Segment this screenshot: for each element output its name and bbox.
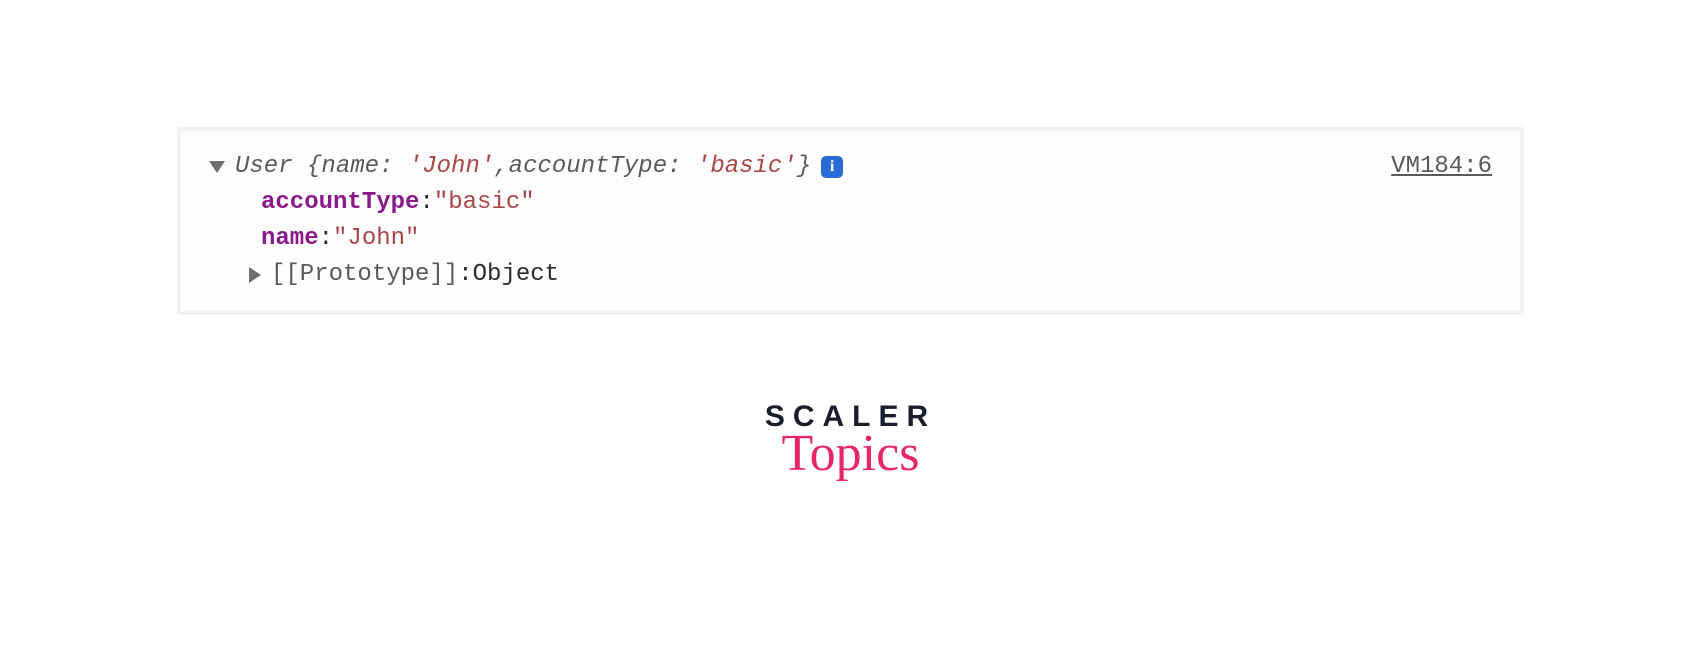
prototype-label: [[Prototype]]: [271, 257, 458, 293]
property-key: name: [261, 221, 319, 257]
prototype-value: Object: [473, 257, 559, 293]
disclosure-triangle-down-icon[interactable]: [209, 161, 225, 173]
constructor-name: User: [235, 149, 293, 185]
preview-value-1: 'John': [408, 149, 494, 185]
console-output-panel: User { name : 'John' , accountType : 'ba…: [177, 127, 1524, 315]
prototype-row[interactable]: [[Prototype]] : Object: [209, 257, 1492, 293]
preview-key-1: name: [321, 149, 379, 185]
source-location-link[interactable]: VM184:6: [1391, 149, 1492, 185]
branding-logo: SCALER Topics: [0, 400, 1701, 480]
disclosure-triangle-right-icon[interactable]: [249, 267, 261, 283]
preview-sep: ,: [494, 149, 508, 185]
object-preview[interactable]: User { name : 'John' , accountType : 'ba…: [209, 149, 843, 185]
property-value: "basic": [434, 185, 535, 221]
brace-open: {: [307, 149, 321, 185]
property-key: accountType: [261, 185, 419, 221]
preview-value-2: 'basic': [696, 149, 797, 185]
preview-key-2: accountType: [509, 149, 667, 185]
brace-close: }: [797, 149, 811, 185]
console-object-header-row[interactable]: User { name : 'John' , accountType : 'ba…: [209, 149, 1492, 185]
object-property-row[interactable]: name : "John": [209, 221, 1492, 257]
property-value: "John": [333, 221, 419, 257]
info-icon[interactable]: i: [821, 156, 843, 178]
object-property-row[interactable]: accountType : "basic": [209, 185, 1492, 221]
prototype-colon: :: [458, 257, 472, 293]
property-colon: :: [419, 185, 433, 221]
logo-text-bottom: Topics: [765, 428, 936, 480]
property-colon: :: [319, 221, 333, 257]
